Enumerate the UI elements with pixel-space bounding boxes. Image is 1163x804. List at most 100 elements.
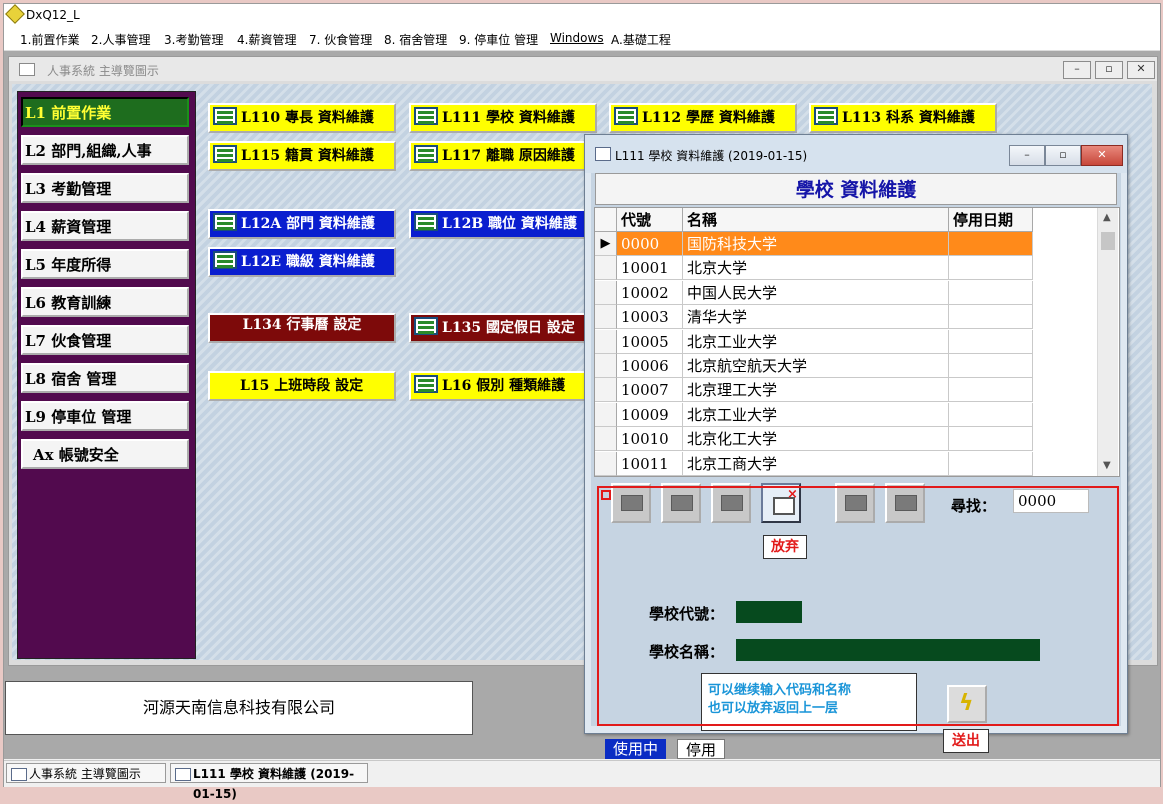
cell-code[interactable]: 10010 <box>617 427 683 452</box>
cell-date[interactable] <box>949 451 1033 476</box>
menu-item-4[interactable]: 4.薪資管理 <box>237 31 296 48</box>
sidebar-item-l9[interactable]: L9 停車位 管理 <box>21 401 189 431</box>
task-l111-window[interactable]: L111 學校 資料維護 (2019-01-15) <box>170 763 368 801</box>
cell-date[interactable] <box>949 256 1033 281</box>
module-l12a-button[interactable]: L12A 部門 資料維護 <box>208 209 396 239</box>
form-icon <box>213 145 237 163</box>
sidebar-item-l5[interactable]: L5 年度所得 <box>21 249 189 279</box>
sidebar-item-ax[interactable]: Ax 帳號安全 <box>21 439 189 469</box>
module-l117-button[interactable]: L117 離職 原因維護 <box>409 141 597 171</box>
cell-date[interactable] <box>949 280 1033 305</box>
annotation-corner-marker <box>601 490 611 500</box>
table-row[interactable]: 10001 北京大学 <box>595 256 1035 281</box>
cell-code[interactable]: 10005 <box>617 329 683 354</box>
cell-name[interactable]: 北京大学 <box>683 256 949 281</box>
menu-item-windows[interactable]: Windows <box>550 31 604 45</box>
menu-item-a[interactable]: A.基礎工程 <box>611 31 671 48</box>
cell-code[interactable]: 10007 <box>617 378 683 403</box>
table-row[interactable]: 10011 北京工商大学 <box>595 451 1035 476</box>
grid-corner <box>595 208 617 232</box>
cell-code[interactable]: 10001 <box>617 256 683 281</box>
row-indicator <box>595 256 617 281</box>
table-row[interactable]: 10003 清华大学 <box>595 305 1035 330</box>
dialog-restore-button[interactable]: ▫ <box>1045 145 1081 166</box>
form-icon <box>414 375 438 393</box>
dialog-minimize-button[interactable]: – <box>1009 145 1045 166</box>
column-header-name[interactable]: 名稱 <box>683 208 949 232</box>
cell-date[interactable] <box>949 232 1033 256</box>
module-l12b-button[interactable]: L12B 職位 資料維護 <box>409 209 597 239</box>
cell-code[interactable]: 10002 <box>617 280 683 305</box>
sidebar-item-l2[interactable]: L2 部門,組織,人事 <box>21 135 189 165</box>
task-main-window[interactable]: 人事系統 主導覽圖示 <box>6 763 166 783</box>
module-l111-button[interactable]: L111 學校 資料維護 <box>409 103 597 133</box>
module-l134-button[interactable]: L134 行事曆 設定 <box>208 313 396 343</box>
cell-date[interactable] <box>949 378 1033 403</box>
cell-name[interactable]: 清华大学 <box>683 305 949 330</box>
menu-item-2[interactable]: 2.人事管理 <box>91 31 150 48</box>
cell-name[interactable]: 中国人民大学 <box>683 280 949 305</box>
module-l15-button[interactable]: L15 上班時段 設定 <box>208 371 396 401</box>
module-l113-button[interactable]: L113 科系 資料維護 <box>809 103 997 133</box>
tab-inactive[interactable]: 停用 <box>677 739 726 759</box>
menu-item-3[interactable]: 3.考勤管理 <box>164 31 223 48</box>
close-button[interactable]: ✕ <box>1127 61 1155 79</box>
cell-date[interactable] <box>949 329 1033 354</box>
row-indicator <box>595 378 617 403</box>
sidebar-item-l8[interactable]: L8 宿舍 管理 <box>21 363 189 393</box>
menu-item-8[interactable]: 8. 宿舍管理 <box>384 31 447 48</box>
form-icon <box>213 213 237 231</box>
school-grid: 代號 名稱 停用日期 ▶ 0000 国防科技大学 10001 北京大学 10002 中国人民… <box>594 207 1120 477</box>
dialog-close-button[interactable]: ✕ <box>1081 145 1123 166</box>
module-l110-button[interactable]: L110 專長 資料維護 <box>208 103 396 133</box>
cell-name[interactable]: 北京理工大学 <box>683 378 949 403</box>
module-l115-button[interactable]: L115 籍貫 資料維護 <box>208 141 396 171</box>
cell-name[interactable]: 北京工业大学 <box>683 402 949 427</box>
cell-date[interactable] <box>949 402 1033 427</box>
minimize-button[interactable]: – <box>1063 61 1091 79</box>
module-l112-button[interactable]: L112 學歷 資料維護 <box>609 103 797 133</box>
menu-item-9[interactable]: 9. 停車位 管理 <box>459 31 538 48</box>
sidebar-item-l1[interactable]: L1 前置作業 <box>21 97 189 127</box>
table-row[interactable]: 10005 北京工业大学 <box>595 329 1035 354</box>
sidebar-item-l3[interactable]: L3 考勤管理 <box>21 173 189 203</box>
cell-date[interactable] <box>949 305 1033 330</box>
table-row[interactable]: ▶ 0000 国防科技大学 <box>595 232 1035 256</box>
module-l12e-button[interactable]: L12E 職級 資料維護 <box>208 247 396 277</box>
sidebar-item-l4[interactable]: L4 薪資管理 <box>21 211 189 241</box>
cell-code[interactable]: 10011 <box>617 451 683 476</box>
scroll-up-icon[interactable]: ▲ <box>1103 212 1111 223</box>
vertical-scrollbar[interactable]: ▲ ▼ <box>1097 208 1118 476</box>
tab-active[interactable]: 使用中 <box>605 739 667 759</box>
table-row[interactable]: 10006 北京航空航天大学 <box>595 354 1035 378</box>
cell-code[interactable]: 10006 <box>617 354 683 378</box>
cell-code[interactable]: 10009 <box>617 402 683 427</box>
sidebar-item-l6[interactable]: L6 教育訓練 <box>21 287 189 317</box>
cell-code[interactable]: 10003 <box>617 305 683 330</box>
scroll-down-icon[interactable]: ▼ <box>1103 460 1111 471</box>
taskbar: 人事系統 主導覽圖示 L111 學校 資料維護 (2019-01-15) <box>4 760 1160 801</box>
table-row[interactable]: 10002 中国人民大学 <box>595 280 1035 305</box>
cell-code[interactable]: 0000 <box>617 232 683 256</box>
cell-name[interactable]: 北京航空航天大学 <box>683 354 949 378</box>
table-row[interactable]: 10007 北京理工大学 <box>595 378 1035 403</box>
dialog-title-bar: L111 學校 資料維護 (2019-01-15) – ▫ ✕ <box>585 135 1127 173</box>
cell-name[interactable]: 北京工商大学 <box>683 451 949 476</box>
cell-date[interactable] <box>949 427 1033 452</box>
menu-item-1[interactable]: 1.前置作業 <box>20 31 79 48</box>
cell-name[interactable]: 北京工业大学 <box>683 329 949 354</box>
module-l135-button[interactable]: L135 國定假日 設定 <box>409 313 597 343</box>
cell-date[interactable] <box>949 354 1033 378</box>
table-row[interactable]: 10010 北京化工大学 <box>595 427 1035 452</box>
menu-item-7[interactable]: 7. 伙食管理 <box>309 31 372 48</box>
restore-button[interactable]: ▫ <box>1095 61 1123 79</box>
column-header-date[interactable]: 停用日期 <box>949 208 1033 232</box>
scroll-thumb[interactable] <box>1101 232 1115 250</box>
form-icon <box>414 145 438 163</box>
cell-name[interactable]: 北京化工大学 <box>683 427 949 452</box>
table-row[interactable]: 10009 北京工业大学 <box>595 402 1035 427</box>
module-l16-button[interactable]: L16 假別 種類維護 <box>409 371 597 401</box>
column-header-code[interactable]: 代號 <box>617 208 683 232</box>
sidebar-item-l7[interactable]: L7 伙食管理 <box>21 325 189 355</box>
cell-name[interactable]: 国防科技大学 <box>683 232 949 256</box>
